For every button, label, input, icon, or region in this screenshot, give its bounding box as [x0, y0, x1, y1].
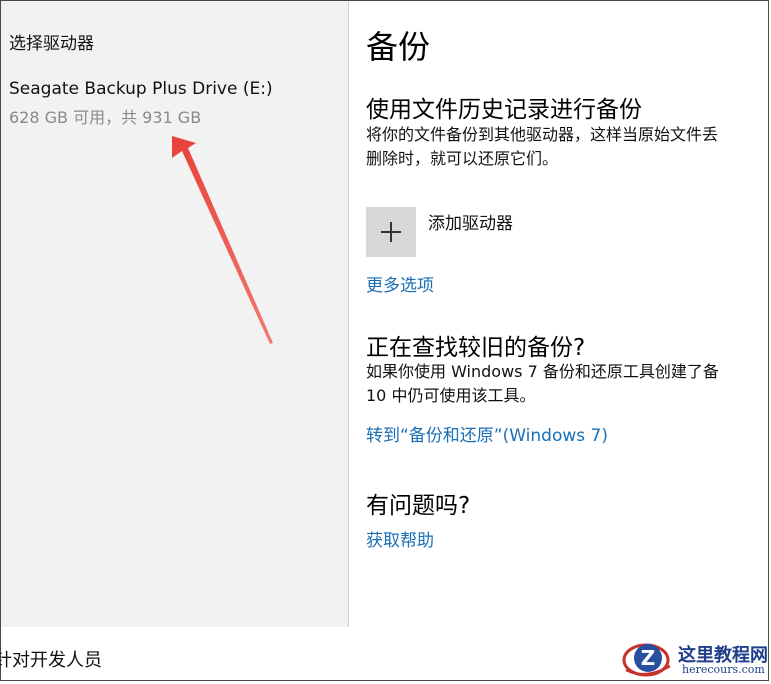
page-title: 备份: [366, 28, 431, 66]
drive-name: Seagate Backup Plus Drive (E:): [9, 79, 273, 99]
older-backup-desc-line1: 如果你使用 Windows 7 备份和还原工具创建了备: [366, 362, 719, 381]
file-history-desc-line1: 将你的文件备份到其他驱动器，这样当原始文件丢: [366, 125, 719, 144]
flyout-title: 选择驱动器: [9, 34, 94, 54]
backup-restore-win7-link[interactable]: 转到“备份和还原”(Windows 7): [366, 421, 608, 446]
older-backup-desc-line2: 10 中仍可使用该工具。: [366, 386, 536, 405]
backup-settings-page: 备份 使用文件历史记录进行备份 将你的文件备份到其他驱动器，这样当原始文件丢 删…: [348, 0, 771, 640]
more-options-link[interactable]: 更多选项: [366, 271, 434, 296]
file-history-heading: 使用文件历史记录进行备份: [366, 97, 642, 123]
plus-icon: [366, 207, 416, 257]
watermark-site: herecours.com: [682, 663, 765, 676]
drive-option-seagate[interactable]: Seagate Backup Plus Drive (E:) 628 GB 可用…: [1, 71, 348, 131]
add-drive-label: 添加驱动器: [428, 214, 513, 234]
drive-space: 628 GB 可用，共 931 GB: [9, 108, 202, 127]
get-help-link[interactable]: 获取帮助: [366, 526, 434, 551]
select-drive-flyout: 选择驱动器 Seagate Backup Plus Drive (E:) 628…: [1, 1, 349, 627]
svg-text:Z: Z: [641, 646, 656, 670]
file-history-desc-line2: 删除时，就可以还原它们。: [366, 149, 559, 168]
help-heading: 有问题吗?: [366, 493, 471, 519]
watermark-logo-icon: Z: [622, 643, 671, 677]
watermark: Z 这里教程网 herecours.com: [622, 636, 768, 680]
older-backup-heading: 正在查找较旧的备份?: [366, 335, 586, 361]
for-developers-item[interactable]: 针对开发人员: [0, 646, 102, 672]
